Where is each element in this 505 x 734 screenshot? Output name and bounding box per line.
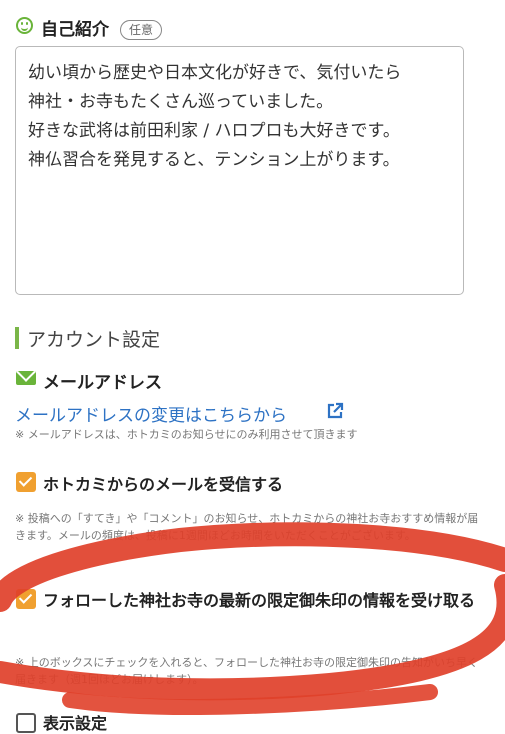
section-accent-bar bbox=[15, 327, 19, 349]
change-email-link[interactable]: メールアドレスの変更はこちらから bbox=[15, 401, 287, 426]
intro-title: 自己紹介 bbox=[41, 20, 109, 40]
bio-textarea[interactable]: 幼い頃から歴史や日本文化が好きで、気付いたら 神社・お寺もたくさん巡っていました… bbox=[15, 46, 464, 295]
display-settings-icon bbox=[16, 713, 36, 733]
mail-title: メールアドレス bbox=[43, 373, 162, 393]
goshuin-info-label: フォローした神社お寺の最新の限定御朱印の情報を受け取る bbox=[43, 591, 476, 610]
goshuin-info-note: ※ 上のボックスにチェックを入れると、フォローした神社お寺の限定御朱印の告知がい… bbox=[15, 656, 478, 686]
display-settings-title: 表示設定 bbox=[43, 714, 108, 733]
smile-icon bbox=[16, 17, 33, 34]
mail-note: ※ メールアドレスは、ホトカミのお知らせにのみ利用させて頂きます bbox=[15, 428, 358, 441]
receive-mail-label: ホトカミからのメールを受信する bbox=[43, 475, 284, 494]
bio-line: 神仏習合を発見すると、テンション上がります。 bbox=[28, 150, 400, 170]
receive-mail-checkbox[interactable] bbox=[16, 472, 36, 492]
external-link-icon[interactable] bbox=[326, 402, 344, 420]
optional-badge: 任意 bbox=[120, 20, 163, 40]
bio-line: 神社・お寺もたくさん巡っていました。 bbox=[28, 92, 334, 112]
receive-mail-note: ※ 投稿への「すてき」や「コメント」のお知らせ、ホトカミからの神社お寺おすすめ情… bbox=[15, 512, 479, 542]
mail-icon bbox=[16, 371, 36, 385]
goshuin-info-checkbox[interactable] bbox=[16, 589, 36, 609]
account-section-title: アカウント設定 bbox=[27, 329, 161, 351]
bio-line: 幼い頃から歴史や日本文化が好きで、気付いたら bbox=[28, 63, 402, 83]
bio-line: 好きな武将は前田利家 / ハロプロも大好きです。 bbox=[28, 121, 400, 141]
